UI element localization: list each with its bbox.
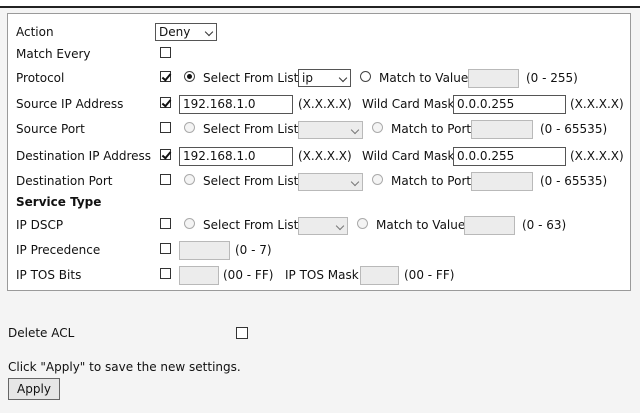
source-port-label: Source Port <box>16 122 85 136</box>
source-ip-checkbox[interactable] <box>160 97 171 108</box>
source-ip-format-hint: (X.X.X.X) <box>298 97 352 111</box>
dest-ip-format-hint: (X.X.X.X) <box>298 149 352 163</box>
source-port-value-input[interactable] <box>471 120 533 139</box>
ip-dscp-select-from-list-label: Select From List <box>203 218 299 232</box>
dest-wildcard-input[interactable]: 0.0.0.255 <box>453 147 566 166</box>
top-border <box>0 0 640 8</box>
ip-dscp-checkbox[interactable] <box>160 218 171 229</box>
dest-ip-checkbox[interactable] <box>160 149 171 160</box>
protocol-checkbox[interactable] <box>160 71 171 82</box>
ip-tos-mask-input[interactable] <box>360 266 399 285</box>
dest-port-list-select[interactable] <box>298 173 363 191</box>
dest-ip-label: Destination IP Address <box>16 149 152 163</box>
source-port-match-to-port-radio[interactable] <box>372 122 383 133</box>
apply-hint-text: Click "Apply" to save the new settings. <box>8 360 241 374</box>
protocol-list-select[interactable]: ip <box>298 69 351 87</box>
dest-port-select-from-list-label: Select From List <box>203 174 299 188</box>
dest-port-match-to-port-label: Match to Port <box>391 174 472 188</box>
delete-acl-checkbox[interactable] <box>236 327 248 339</box>
protocol-list-value: ip <box>302 71 313 85</box>
ip-tos-range-hint: (00 - FF) <box>223 268 274 282</box>
ip-tos-mask-range-hint: (00 - FF) <box>404 268 455 282</box>
source-port-select-from-list-radio[interactable] <box>184 122 195 133</box>
ip-tos-mask-label: IP TOS Mask <box>285 268 359 282</box>
dest-wildcard-format-hint: (X.X.X.X) <box>570 149 624 163</box>
ip-precedence-checkbox[interactable] <box>160 243 171 254</box>
ip-tos-checkbox[interactable] <box>160 268 171 279</box>
ip-dscp-select-from-list-radio[interactable] <box>184 218 195 229</box>
ip-dscp-match-to-value-label: Match to Value <box>376 218 466 232</box>
source-port-match-to-port-label: Match to Port <box>391 122 472 136</box>
ip-dscp-match-to-value-radio[interactable] <box>357 218 368 229</box>
ip-precedence-label: IP Precedence <box>16 243 101 257</box>
apply-button[interactable]: Apply <box>8 378 60 400</box>
ip-dscp-range-hint: (0 - 63) <box>522 218 567 232</box>
dest-port-value-input[interactable] <box>471 172 533 191</box>
ip-dscp-list-select[interactable] <box>298 217 348 235</box>
chevron-down-icon <box>350 125 360 135</box>
dest-ip-input[interactable]: 192.168.1.0 <box>179 147 293 166</box>
dest-port-select-from-list-radio[interactable] <box>184 174 195 185</box>
chevron-down-icon <box>350 177 360 187</box>
match-every-checkbox[interactable] <box>160 47 171 58</box>
dest-port-checkbox[interactable] <box>160 174 171 185</box>
source-port-select-from-list-label: Select From List <box>203 122 299 136</box>
delete-acl-label: Delete ACL <box>8 326 75 340</box>
protocol-select-from-list-label: Select From List <box>203 71 299 85</box>
ip-precedence-input[interactable] <box>179 241 230 260</box>
acl-settings-panel: Action Deny Match Every Protocol Select … <box>7 13 631 291</box>
action-select[interactable]: Deny <box>155 23 217 41</box>
service-type-heading: Service Type <box>16 195 102 209</box>
source-wildcard-format-hint: (X.X.X.X) <box>570 97 624 111</box>
dest-port-range-hint: (0 - 65535) <box>540 174 608 188</box>
protocol-match-to-value-label: Match to Value <box>379 71 469 85</box>
action-label: Action <box>16 25 54 39</box>
source-ip-label: Source IP Address <box>16 97 124 111</box>
source-wildcard-label: Wild Card Mask <box>362 97 455 111</box>
source-port-range-hint: (0 - 65535) <box>540 122 608 136</box>
chevron-down-icon <box>335 221 345 231</box>
action-select-value: Deny <box>159 25 191 39</box>
match-every-label: Match Every <box>16 47 91 61</box>
chevron-down-icon <box>338 73 348 83</box>
source-ip-input[interactable]: 192.168.1.0 <box>179 95 293 114</box>
source-port-checkbox[interactable] <box>160 122 171 133</box>
ip-tos-label: IP TOS Bits <box>16 268 82 282</box>
source-wildcard-input[interactable]: 0.0.0.255 <box>453 95 566 114</box>
dest-port-label: Destination Port <box>16 174 113 188</box>
protocol-range-hint: (0 - 255) <box>526 71 578 85</box>
chevron-down-icon <box>204 27 214 37</box>
source-port-list-select[interactable] <box>298 121 363 139</box>
ip-precedence-range-hint: (0 - 7) <box>235 243 272 257</box>
ip-tos-input[interactable] <box>179 266 219 285</box>
ip-dscp-label: IP DSCP <box>16 218 64 232</box>
ip-dscp-value-input[interactable] <box>464 216 515 235</box>
dest-port-match-to-port-radio[interactable] <box>372 174 383 185</box>
protocol-match-to-value-radio[interactable] <box>360 71 371 82</box>
dest-wildcard-label: Wild Card Mask <box>362 149 455 163</box>
protocol-value-input[interactable] <box>468 69 519 88</box>
protocol-select-from-list-radio[interactable] <box>184 71 195 82</box>
protocol-label: Protocol <box>16 71 65 85</box>
